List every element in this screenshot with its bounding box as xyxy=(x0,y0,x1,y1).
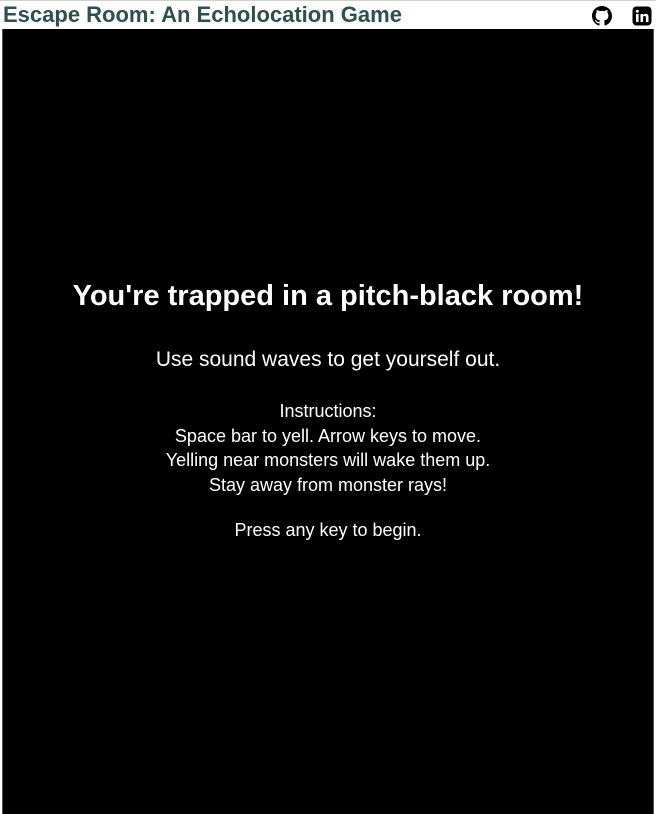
instructions-block: Instructions: Space bar to yell. Arrow k… xyxy=(3,399,653,497)
instruction-line: Stay away from monster rays! xyxy=(208,474,448,495)
linkedin-icon[interactable] xyxy=(632,6,652,26)
instructions-heading: Instructions: xyxy=(279,401,377,421)
github-icon[interactable] xyxy=(592,6,612,26)
game-subtitle: Use sound waves to get yourself out. xyxy=(155,348,501,371)
game-screen[interactable]: You're trapped in a pitch-black room! Us… xyxy=(2,29,654,814)
instruction-line: Yelling near monsters will wake them up. xyxy=(165,450,491,470)
start-prompt: Press any key to begin. xyxy=(234,520,422,540)
instruction-line: Space bar to yell. Arrow keys to move. xyxy=(174,425,482,446)
game-headline: You're trapped in a pitch-black room! xyxy=(72,280,584,312)
page-title: Escape Room: An Echolocation Game xyxy=(3,2,402,27)
page: Escape Room: An Echolocation Game You're… xyxy=(0,0,656,814)
header-bar: Escape Room: An Echolocation Game xyxy=(0,0,656,28)
